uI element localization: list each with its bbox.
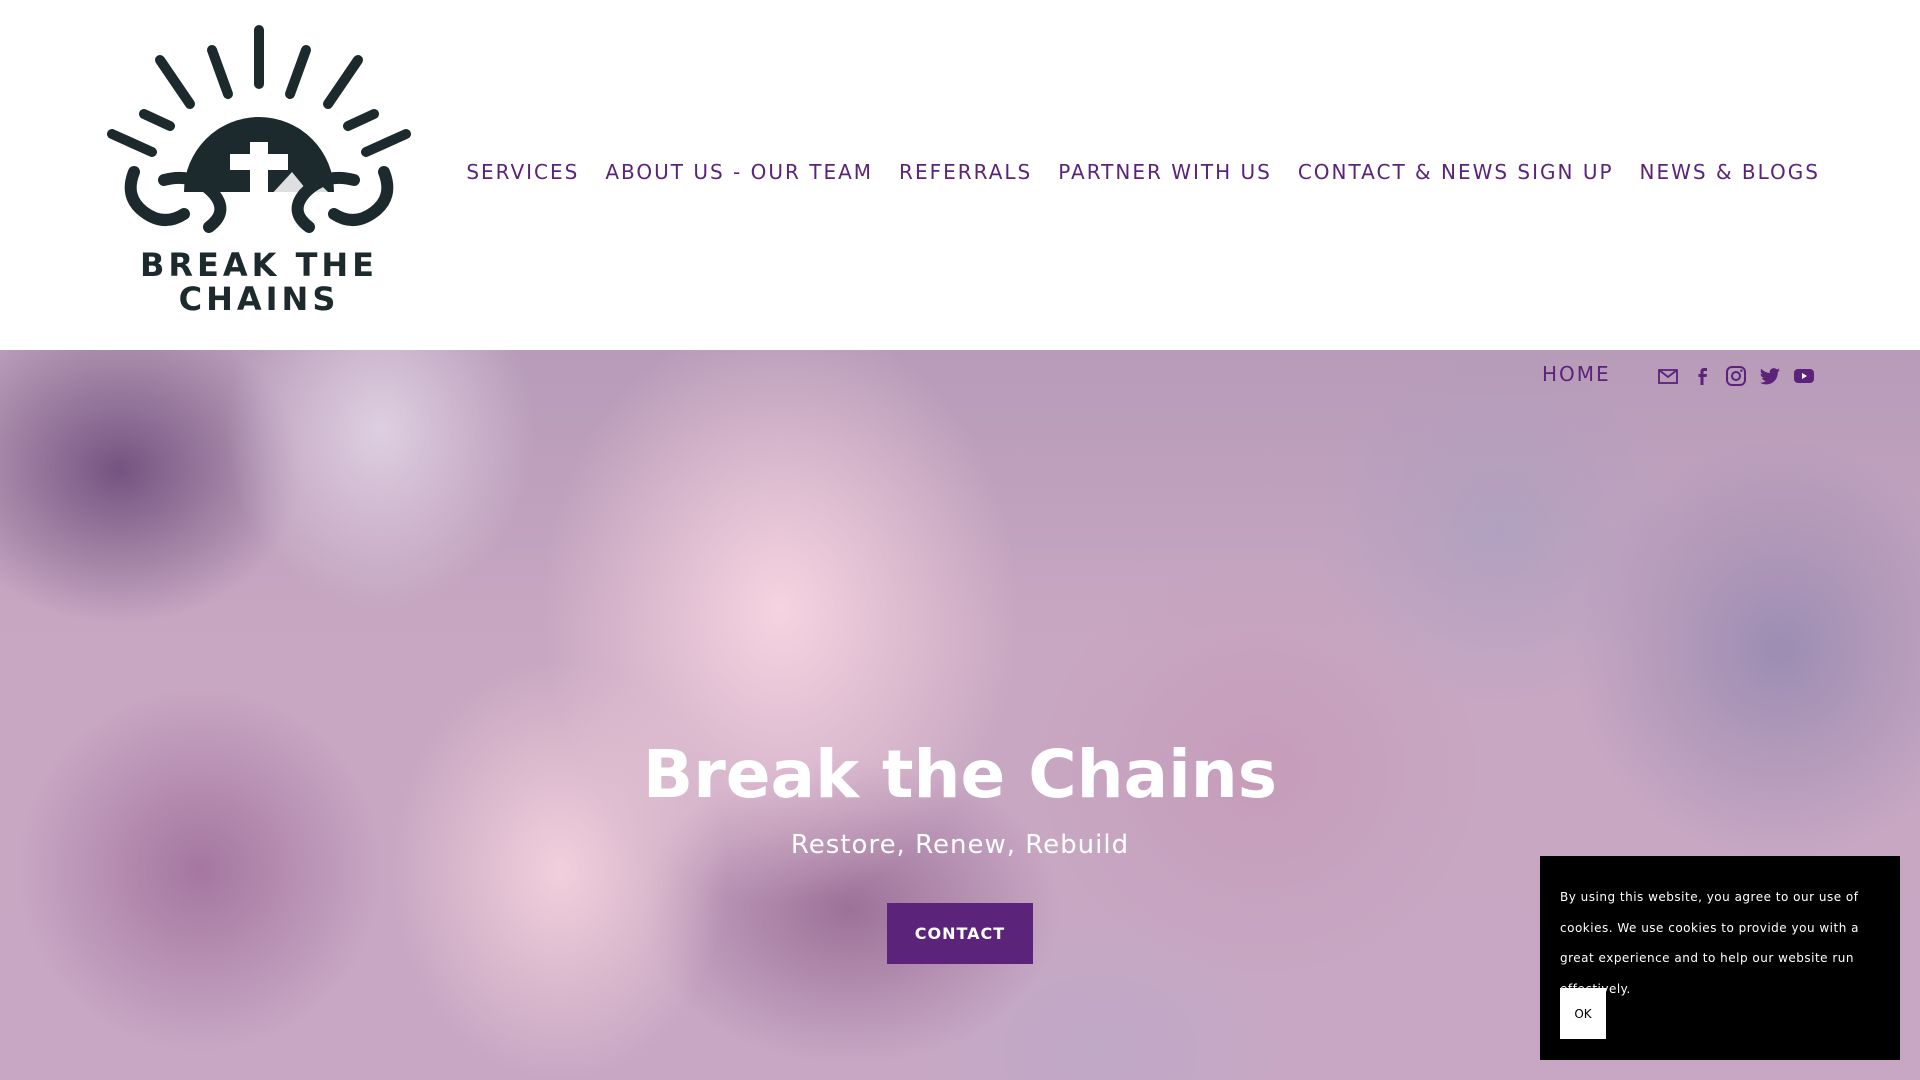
logo-text-line2: CHAINS xyxy=(178,280,340,318)
hero-title: Break the Chains xyxy=(642,736,1278,814)
nav-item-about-us[interactable]: ABOUT US - OUR TEAM xyxy=(605,160,873,184)
facebook-icon[interactable] xyxy=(1690,364,1714,388)
cookie-banner: By using this website, you agree to our … xyxy=(1540,856,1900,1060)
cookie-message: By using this website, you agree to our … xyxy=(1560,890,1859,996)
logo-emblem xyxy=(107,25,411,233)
secondary-nav: HOME xyxy=(0,362,1920,392)
nav-item-news-blogs[interactable]: NEWS & BLOGS xyxy=(1640,160,1820,184)
email-icon[interactable] xyxy=(1656,364,1680,388)
logo-text-line1: BREAK THE xyxy=(139,246,379,284)
nav-item-home[interactable]: HOME xyxy=(1542,362,1611,386)
nav-item-referrals[interactable]: REFERRALS xyxy=(899,160,1032,184)
twitter-icon[interactable] xyxy=(1758,364,1782,388)
instagram-icon[interactable] xyxy=(1724,364,1748,388)
main-nav: SERVICES ABOUT US - OUR TEAM REFERRALS P… xyxy=(0,160,1820,184)
nav-item-contact[interactable]: CONTACT & NEWS SIGN UP xyxy=(1298,160,1614,184)
nav-item-services[interactable]: SERVICES xyxy=(466,160,579,184)
site-header: BREAK THE CHAINS SERVICES ABOUT US - OUR… xyxy=(0,0,1920,350)
nav-item-partner[interactable]: PARTNER WITH US xyxy=(1058,160,1272,184)
youtube-icon[interactable] xyxy=(1792,364,1816,388)
cookie-ok-button[interactable]: OK xyxy=(1560,988,1606,1039)
social-links xyxy=(1656,364,1816,388)
contact-button[interactable]: CONTACT xyxy=(887,903,1033,964)
